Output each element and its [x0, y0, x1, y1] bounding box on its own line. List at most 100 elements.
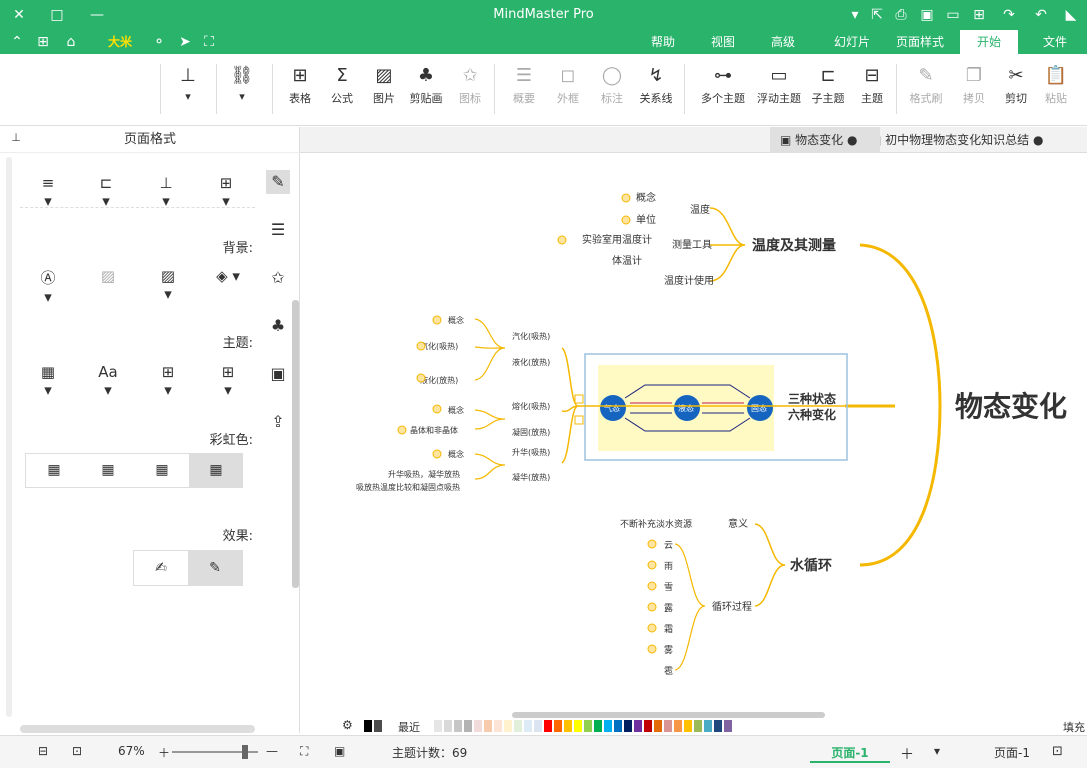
color-swatch[interactable]	[714, 720, 722, 732]
tab-slides[interactable]: 幻灯片	[822, 30, 882, 54]
list-icon[interactable]: ≡ ▾	[36, 174, 60, 210]
layout-grid-icon[interactable]: ⊞ ▾	[214, 174, 238, 210]
cycle-item[interactable]: 霜	[664, 624, 673, 635]
multiple-topics-button[interactable]: ⊶ 多个主题	[696, 62, 750, 116]
pair-melt[interactable]: 熔化(吸热)	[512, 401, 550, 411]
rainbow-option-2[interactable]: ▦	[135, 454, 189, 487]
format-brush-icon[interactable]: ✎	[266, 170, 290, 194]
pair-solidify[interactable]: 凝固(放热)	[512, 427, 550, 437]
color-swatch[interactable]	[514, 720, 522, 732]
icon-button[interactable]: ✩ 图标	[450, 62, 490, 116]
color-swatch[interactable]	[584, 720, 592, 732]
color-swatch[interactable]	[654, 720, 662, 732]
collapse-toggle[interactable]	[574, 394, 584, 404]
rainbow-option-4[interactable]: ▦	[27, 454, 81, 487]
fill-icon[interactable]: ◈ ▾	[216, 267, 240, 285]
fit-screen-icon[interactable]: ⊡	[72, 744, 82, 758]
color-swatch[interactable]	[724, 720, 732, 732]
effect-option-1[interactable]: ✎	[188, 551, 242, 585]
close-icon[interactable]: ✕	[10, 6, 28, 24]
topic-button[interactable]: ⊟ 主题	[852, 62, 892, 116]
image-button[interactable]: ▨ 图片	[364, 62, 404, 116]
floating-topic-button[interactable]: ▭ 浮动主题	[754, 62, 804, 116]
table-button[interactable]: ⊞ 表格	[280, 62, 320, 116]
formula-button[interactable]: Σ 公式	[322, 62, 362, 116]
color-swatch[interactable]	[664, 720, 672, 732]
cycle-item[interactable]: 雪	[664, 582, 673, 593]
cycle-item[interactable]: 云	[664, 541, 673, 551]
bg-remove-icon[interactable]: ▨	[96, 267, 120, 285]
color-swatch[interactable]	[674, 720, 682, 732]
panel-hscrollbar[interactable]	[20, 725, 255, 733]
branch-b1[interactable]: 温度及其测量	[752, 237, 836, 254]
collapse-icon[interactable]: ⌃	[8, 33, 26, 51]
color-swatch[interactable]	[554, 720, 562, 732]
tab-view[interactable]: 视图	[698, 30, 748, 54]
cycle-item[interactable]: 雾	[664, 645, 673, 656]
clipart-panel-icon[interactable]: ♣	[266, 314, 290, 338]
palette-settings-icon[interactable]: ⚙	[342, 718, 353, 732]
collapse-panel-icon[interactable]: ⊟	[38, 744, 48, 758]
g2-crystal[interactable]: 晶体和非晶体	[410, 425, 458, 435]
pair-sublime[interactable]: 升华(吸热)	[512, 447, 550, 457]
g2-concept[interactable]: 概念	[448, 405, 464, 415]
color-swatch[interactable]	[614, 720, 622, 732]
color-swatch[interactable]	[564, 720, 572, 732]
boundary-button[interactable]: ◻ 外框	[548, 62, 588, 116]
pin-icon[interactable]: ⊥	[4, 131, 28, 144]
color-swatch[interactable]	[694, 720, 702, 732]
cut-button[interactable]: ✂ 剪切	[996, 62, 1036, 116]
forward-icon[interactable]: ↷	[1000, 6, 1018, 24]
tab-doc-summary[interactable]: ▣ 初中物理物态变化知识总结 ●	[860, 127, 1087, 153]
page-list-icon[interactable]: ⊡	[1052, 744, 1063, 759]
tree-icon[interactable]: ⊥ ▾	[154, 174, 178, 210]
save-icon[interactable]: ▣	[918, 6, 936, 24]
theme-grid-icon[interactable]: ⊞ ▾	[216, 363, 240, 399]
connector-icon[interactable]: ⊏ ▾	[94, 174, 118, 210]
upload-icon[interactable]: ⇪	[266, 410, 290, 434]
tab-page-1[interactable]: 页面-1	[810, 744, 890, 763]
mindmap-canvas[interactable]: 物态变化 温度及其测量 温度 测量工具 温度计使用 概念 单位 实验室用温度计 …	[300, 153, 1087, 718]
dropdown-icon[interactable]: ▾	[846, 6, 864, 24]
pair-liquefy[interactable]: 液化(放热)	[512, 357, 550, 367]
zoom-level[interactable]: 67%	[118, 744, 145, 758]
color-swatch[interactable]	[424, 720, 432, 732]
color-swatch[interactable]	[574, 720, 582, 732]
color-swatch[interactable]	[464, 720, 472, 732]
theme-layout-icon[interactable]: ⊞ ▾	[156, 363, 180, 399]
clipart-button[interactable]: ♣ 剪贴画	[406, 62, 446, 116]
minimize-icon[interactable]: —	[88, 6, 106, 24]
zoom-out-icon[interactable]: —	[266, 744, 278, 758]
pair-deposit[interactable]: 凝华(放热)	[512, 472, 550, 482]
b1-lab-thermo[interactable]: 实验室用温度计	[582, 233, 652, 246]
b1-unit[interactable]: 单位	[636, 213, 656, 226]
cycle-item[interactable]: 露	[664, 603, 673, 614]
cycle-item[interactable]: 雹	[664, 666, 673, 677]
collapse-toggle[interactable]	[574, 415, 584, 425]
branch-b2-line2[interactable]: 六种变化	[788, 407, 836, 422]
maximize-icon[interactable]: □	[48, 6, 66, 24]
effect-option-2[interactable]: ✍	[134, 551, 188, 585]
icon-panel-icon[interactable]: ✩	[266, 266, 290, 290]
fullscreen-icon[interactable]: ⛶	[200, 33, 218, 51]
color-swatch[interactable]	[474, 720, 482, 732]
back-icon[interactable]: ↶	[1032, 6, 1050, 24]
tab-page-style[interactable]: 页面样式	[890, 30, 950, 54]
g3-concept[interactable]: 概念	[448, 449, 464, 459]
add-page-icon[interactable]: ＋	[900, 744, 914, 764]
rainbow-option-3[interactable]: ▦	[81, 454, 135, 487]
g3-compare[interactable]: 吸放热温度比较和凝固点吸热	[356, 482, 460, 492]
shirt-icon[interactable]: ⌂	[62, 33, 80, 51]
branch-b3[interactable]: 水循环	[790, 557, 832, 574]
link-button[interactable]: ⛓ ▾	[222, 62, 262, 116]
calendar-icon[interactable]: ▣	[266, 362, 290, 386]
open-icon[interactable]: ▭	[944, 6, 962, 24]
export-icon[interactable]: ⇱	[868, 6, 886, 24]
color-scheme-icon[interactable]: ▦ ▾	[36, 363, 60, 399]
tab-advanced[interactable]: 高级	[758, 30, 808, 54]
b3-meaning-text[interactable]: 不断补充淡水资源	[620, 518, 692, 530]
panel-scrollbar[interactable]	[6, 157, 12, 717]
color-swatch[interactable]	[484, 720, 492, 732]
b1-concept[interactable]: 概念	[636, 191, 656, 204]
apps-icon[interactable]: ⊞	[34, 33, 52, 51]
